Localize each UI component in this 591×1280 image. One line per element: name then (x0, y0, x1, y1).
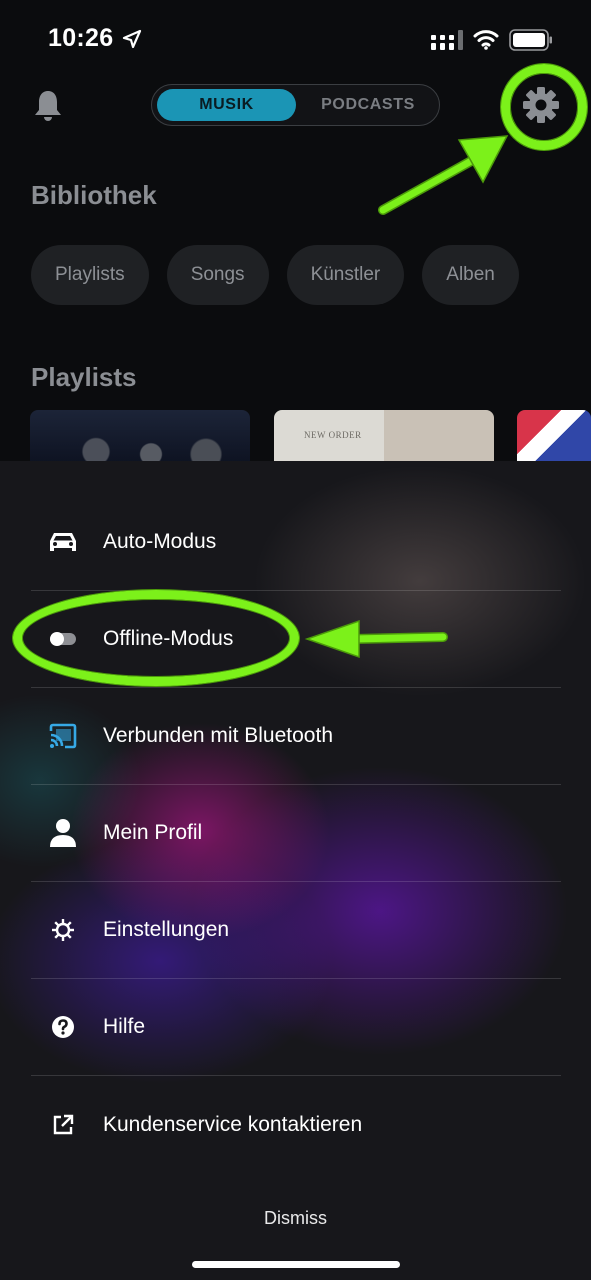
car-icon (48, 527, 78, 557)
battery-icon (509, 29, 552, 51)
menu-item-label: Kundenservice kontaktieren (103, 1112, 363, 1136)
dismiss-button[interactable]: Dismiss (0, 1208, 591, 1229)
home-indicator[interactable] (192, 1261, 400, 1268)
bell-icon[interactable] (33, 89, 63, 123)
chip-kuenstler[interactable]: Künstler (286, 245, 405, 305)
chip-songs[interactable]: Songs (166, 245, 269, 305)
menu-item-kundenservice[interactable]: Kundenservice kontaktieren (31, 1076, 561, 1173)
menu-item-hilfe[interactable]: Hilfe (31, 979, 561, 1076)
tab-musik[interactable]: MUSIK (157, 89, 296, 121)
menu-item-label: Hilfe (103, 1015, 146, 1038)
person-icon (48, 818, 78, 848)
chip-playlists[interactable]: Playlists (31, 245, 149, 305)
offline-highlight-ring (13, 590, 299, 686)
signal-icon (431, 30, 463, 50)
library-title: Bibliothek (31, 180, 157, 210)
menu-item-label: Verbunden mit Bluetooth (103, 724, 333, 747)
menu-item-auto-modus[interactable]: Auto-Modus (31, 494, 561, 591)
cast-icon (48, 721, 78, 751)
album-cover-text: NEW ORDER (304, 430, 362, 440)
tab-podcasts[interactable]: PODCASTS (302, 89, 434, 121)
menu-item-einstellungen[interactable]: Einstellungen (31, 882, 561, 979)
menu-item-label: Einstellungen (103, 918, 230, 941)
wifi-icon (473, 30, 499, 50)
gear-icon[interactable] (522, 86, 560, 124)
library-chips: Playlists Songs Künstler Alben (31, 245, 519, 305)
external-link-icon (48, 1110, 78, 1140)
gear-icon (48, 915, 78, 945)
playlist-thumbnail[interactable] (30, 410, 250, 462)
menu-item-bluetooth[interactable]: Verbunden mit Bluetooth (31, 688, 561, 785)
playlists-title: Playlists (31, 362, 137, 392)
playlist-thumbnail[interactable] (517, 410, 591, 462)
menu-item-label: Mein Profil (103, 821, 203, 844)
status-time: 10:26 (48, 24, 114, 52)
chip-alben[interactable]: Alben (422, 245, 519, 305)
location-arrow-icon (122, 29, 142, 49)
content-type-switch: MUSIK PODCASTS (151, 84, 440, 126)
menu-item-label: Auto-Modus (103, 530, 217, 553)
help-icon (48, 1012, 78, 1042)
highlight-arrow (378, 135, 509, 215)
playlist-thumbnail[interactable]: NEW ORDER (274, 410, 494, 462)
highlight-arrow (304, 619, 448, 659)
menu-item-mein-profil[interactable]: Mein Profil (31, 785, 561, 882)
